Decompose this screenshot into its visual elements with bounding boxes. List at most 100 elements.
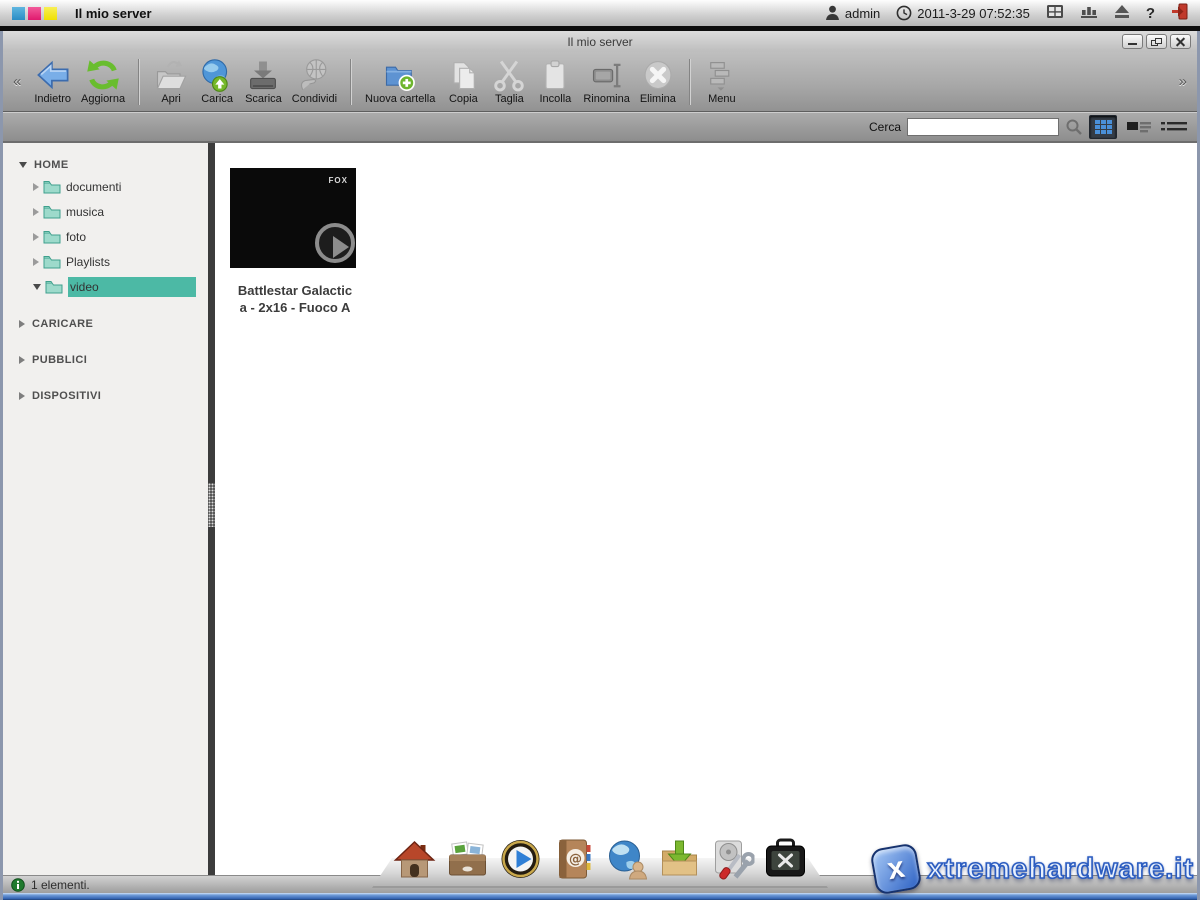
collapse-arrow-icon[interactable] xyxy=(19,356,25,364)
open-button[interactable]: Apri xyxy=(150,56,192,107)
user-icon xyxy=(825,5,840,21)
delete-icon xyxy=(640,58,676,92)
splitter-grip-icon xyxy=(208,483,215,527)
transfer-group: Apri Carica Scarica Condividi xyxy=(144,56,346,107)
window-switcher-button[interactable] xyxy=(1046,4,1064,22)
nav-group: Indietro Aggiorna xyxy=(25,56,134,107)
user-name: admin xyxy=(845,6,880,21)
sidebar-splitter[interactable] xyxy=(208,143,215,875)
sidebar-item-home[interactable]: HOME xyxy=(19,156,208,174)
search-icon[interactable] xyxy=(1065,118,1083,136)
download-button[interactable]: Scarica xyxy=(242,56,285,107)
dock-home-icon[interactable] xyxy=(393,837,437,881)
collapse-arrow-icon[interactable] xyxy=(33,183,39,191)
file-grid: FOX Battlestar Galactic a - 2x16 - Fuoco… xyxy=(215,143,1197,875)
paste-button[interactable]: Incolla xyxy=(534,56,576,107)
search-label: Cerca xyxy=(869,120,901,134)
details-view-icon[interactable] xyxy=(1161,121,1187,133)
sidebar-item-pubblici[interactable]: PUBBLICI xyxy=(19,353,208,367)
dock-disk-utility-icon[interactable] xyxy=(711,837,755,881)
list-view-icon[interactable] xyxy=(1127,121,1151,134)
svg-text:@: @ xyxy=(569,852,582,867)
refresh-icon xyxy=(85,58,121,92)
file-item-video[interactable]: FOX Battlestar Galactic a - 2x16 - Fuoco… xyxy=(230,168,360,316)
system-topbar: Il mio server admin 2011-3-29 07:52:35 ? xyxy=(0,0,1200,26)
dock-web-contacts-icon[interactable] xyxy=(605,837,649,881)
eject-button[interactable] xyxy=(1114,5,1130,21)
dock-media-player-icon[interactable] xyxy=(499,837,543,881)
datetime-text: 2011-3-29 07:52:35 xyxy=(917,6,1030,21)
back-button[interactable]: Indietro xyxy=(31,56,74,107)
channel-badge: FOX xyxy=(329,176,348,185)
overflow-toolbar-button[interactable]: » xyxy=(1175,73,1191,90)
delete-button[interactable]: Elimina xyxy=(637,56,679,107)
logout-icon xyxy=(1171,3,1188,20)
sidebar-item-playlists[interactable]: Playlists xyxy=(33,249,208,274)
collapse-arrow-icon[interactable] xyxy=(19,392,25,400)
upload-globe-icon xyxy=(199,58,235,92)
cut-icon xyxy=(491,58,527,92)
tasks-icon xyxy=(1080,5,1098,18)
cut-button[interactable]: Taglia xyxy=(488,56,530,107)
menu-group: Menu xyxy=(695,56,749,107)
view-thumbnails-button[interactable] xyxy=(1089,115,1117,139)
dock: @ xyxy=(372,836,828,888)
edit-group: Nuova cartella Copia Taglia Incolla Rino… xyxy=(356,56,685,107)
topbar-right: admin 2011-3-29 07:52:35 ? xyxy=(825,3,1188,23)
dock-toolbox-icon[interactable] xyxy=(764,837,808,881)
sidebar-item-musica[interactable]: musica xyxy=(33,199,208,224)
collapse-arrow-icon[interactable] xyxy=(33,208,39,216)
dock-address-book-icon[interactable]: @ xyxy=(552,837,596,881)
info-icon xyxy=(11,878,25,892)
close-button[interactable] xyxy=(1170,34,1191,49)
content-area: HOME documenti musica foto xyxy=(3,143,1197,875)
screen: Il mio server admin 2011-3-29 07:52:35 ? xyxy=(0,0,1200,900)
help-button[interactable]: ? xyxy=(1146,5,1155,22)
sidebar-item-caricare[interactable]: CARICARE xyxy=(19,317,208,331)
background-tasks-button[interactable] xyxy=(1080,5,1098,21)
share-button[interactable]: Condividi xyxy=(289,56,340,107)
watermark-x-icon: x xyxy=(870,842,923,895)
dock-downloads-icon[interactable] xyxy=(658,837,702,881)
collapse-arrow-icon[interactable] xyxy=(19,320,25,328)
bottom-accent-strip xyxy=(3,893,1197,900)
selected-highlight: video xyxy=(68,277,196,297)
folder-icon xyxy=(43,230,61,244)
watermark-text: xtremehardware.it xyxy=(927,853,1194,886)
toolbar-separator xyxy=(138,59,140,105)
dock-icons: @ xyxy=(393,837,808,881)
thumbnails-view-icon xyxy=(1095,120,1112,134)
brand-square-blue xyxy=(12,7,25,20)
expand-arrow-icon[interactable] xyxy=(33,284,41,290)
menu-button[interactable]: Menu xyxy=(701,56,743,107)
logout-button[interactable] xyxy=(1171,3,1188,23)
play-icon[interactable] xyxy=(315,223,355,263)
expand-arrow-icon[interactable] xyxy=(19,162,27,168)
paste-icon xyxy=(537,58,573,92)
new-folder-button[interactable]: Nuova cartella xyxy=(362,56,438,107)
copy-button[interactable]: Copia xyxy=(442,56,484,107)
restore-button[interactable] xyxy=(1146,34,1167,49)
search-input[interactable] xyxy=(907,118,1059,136)
window-titlebar[interactable]: Il mio server xyxy=(3,31,1197,52)
collapse-arrow-icon[interactable] xyxy=(33,258,39,266)
upload-button[interactable]: Carica xyxy=(196,56,238,107)
copy-icon xyxy=(445,58,481,92)
sidebar-item-foto[interactable]: foto xyxy=(33,224,208,249)
collapse-arrow-icon[interactable] xyxy=(33,233,39,241)
sidebar-item-dispositivi[interactable]: DISPOSITIVI xyxy=(19,389,208,403)
folder-icon xyxy=(43,180,61,194)
grid-icon xyxy=(1046,4,1064,19)
window-title: Il mio server xyxy=(567,35,632,49)
share-icon xyxy=(296,58,332,92)
sidebar-item-video[interactable]: video xyxy=(33,274,208,299)
refresh-button[interactable]: Aggiorna xyxy=(78,56,128,107)
user-menu[interactable]: admin xyxy=(825,5,880,21)
sidebar-item-documenti[interactable]: documenti xyxy=(33,174,208,199)
minimize-button[interactable] xyxy=(1122,34,1143,49)
dock-photos-icon[interactable] xyxy=(446,837,490,881)
video-thumbnail[interactable]: FOX xyxy=(230,168,356,268)
clock-display: 2011-3-29 07:52:35 xyxy=(896,5,1030,21)
collapse-toolbar-button[interactable]: « xyxy=(9,73,25,90)
rename-button[interactable]: Rinomina xyxy=(580,56,632,107)
